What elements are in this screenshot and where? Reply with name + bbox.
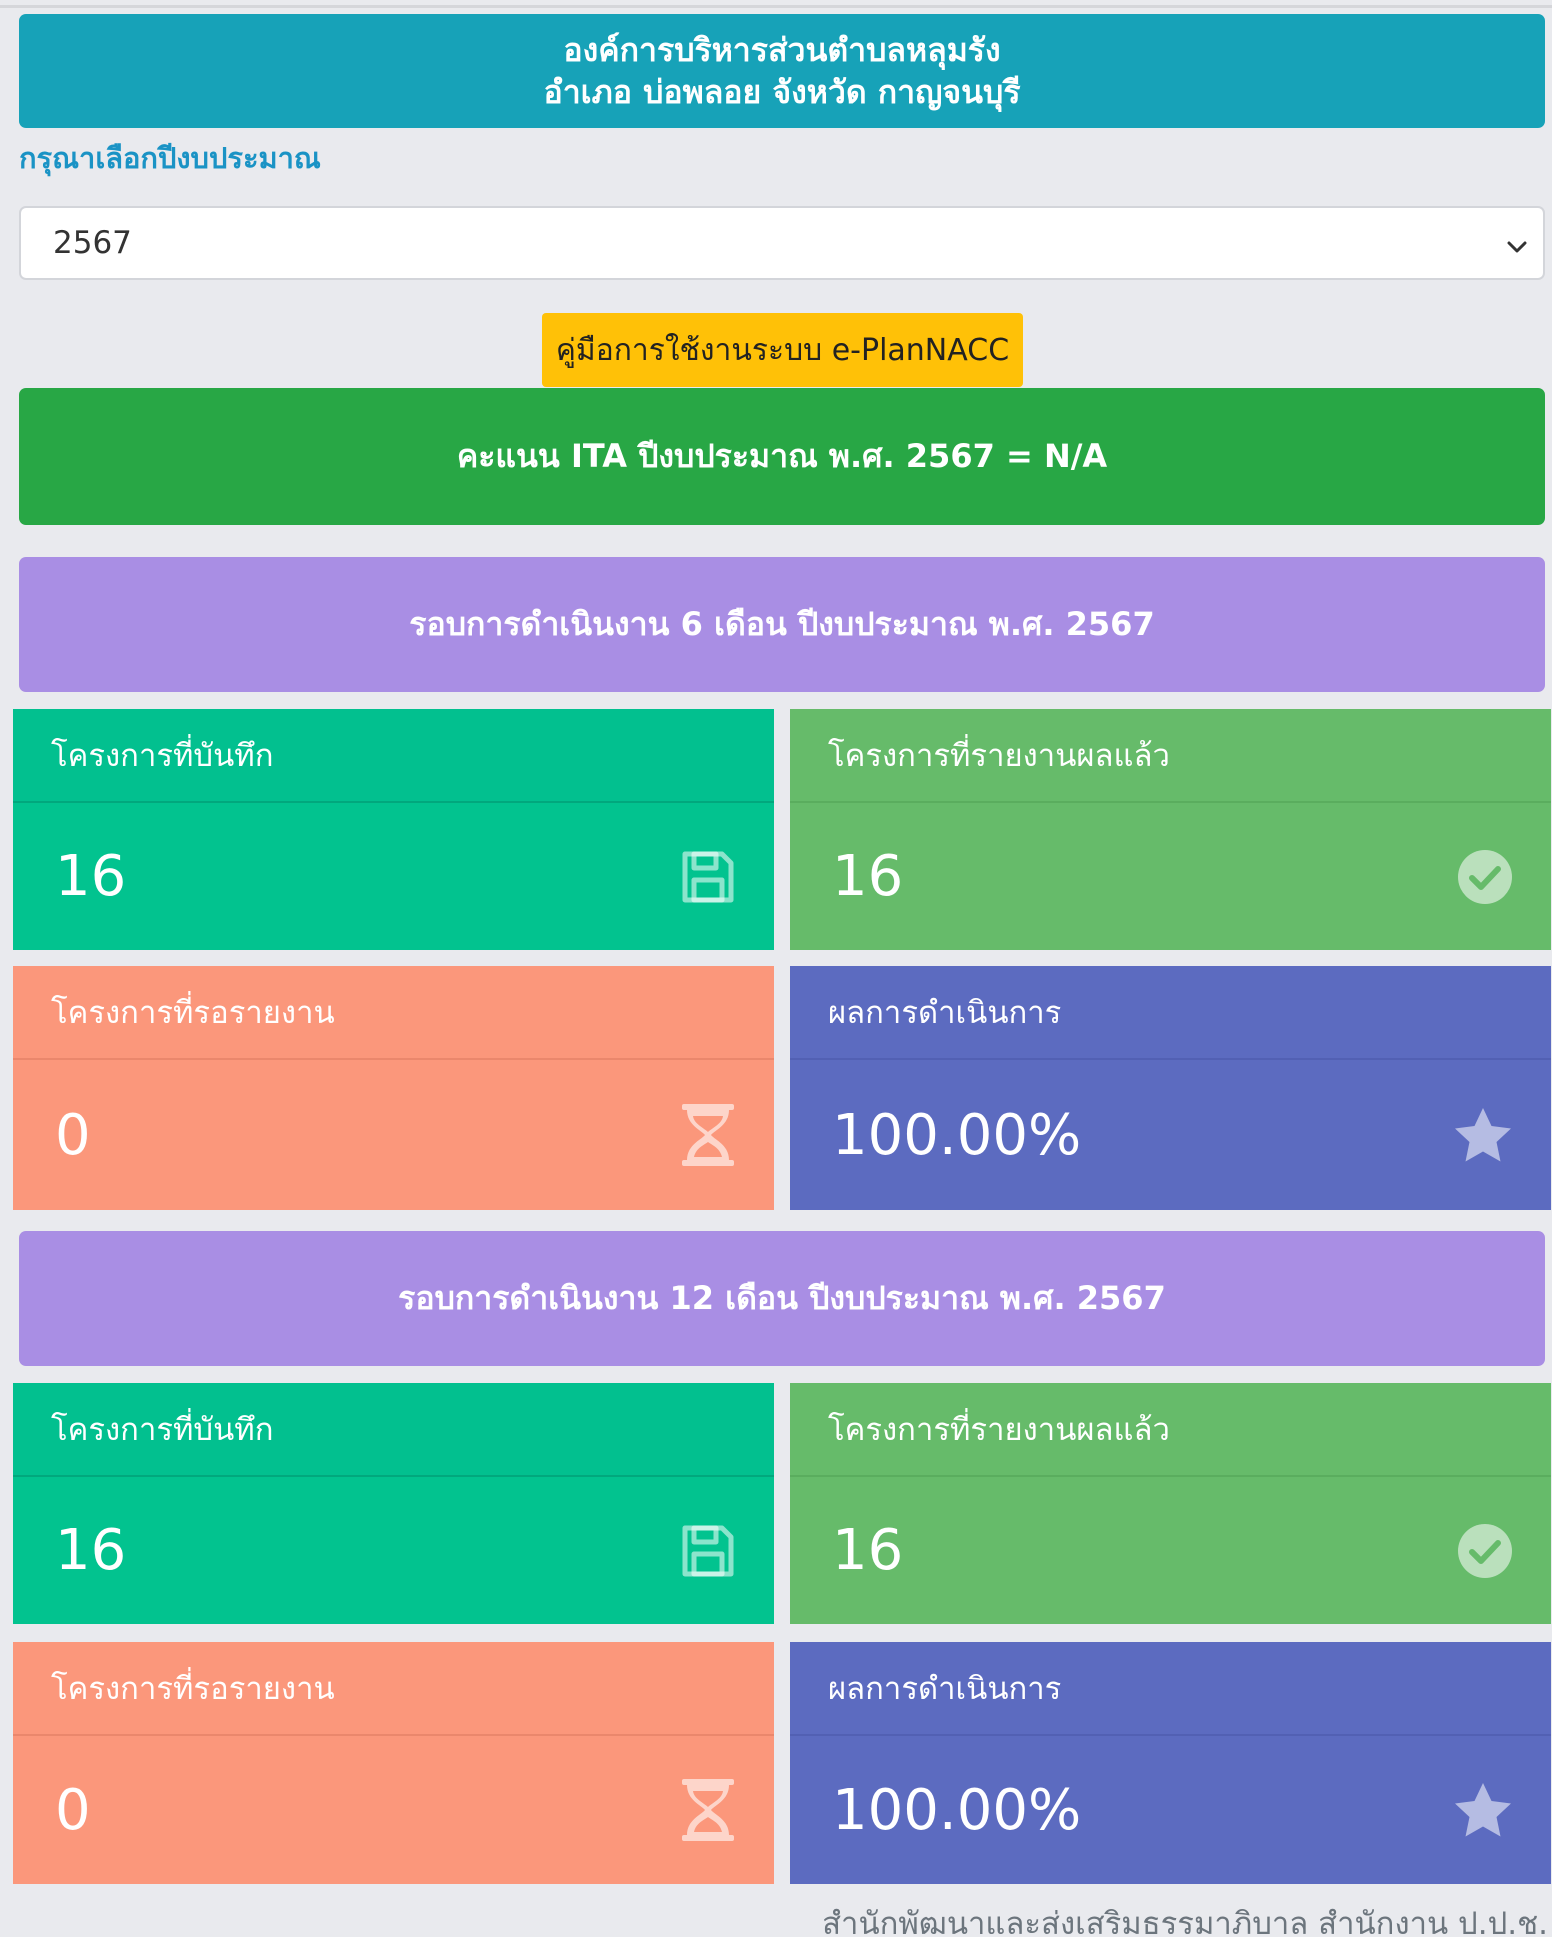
card-label: โครงการที่รอรายงาน (13, 1642, 774, 1736)
footer-credit: สำนักพัฒนาและส่งเสริมธรรมาภิบาล สำนักงาน… (822, 1906, 1548, 1937)
check-circle-icon (1457, 849, 1513, 905)
chevron-down-icon (1505, 231, 1529, 255)
card-value: 16 (55, 844, 127, 909)
card-value: 100.00% (832, 1102, 1082, 1168)
org-header: องค์การบริหารส่วนตำบลหลุมรัง อำเภอ บ่อพล… (19, 14, 1545, 128)
card-recorded-12m[interactable]: โครงการที่บันทึก 16 (13, 1383, 774, 1624)
card-value: 0 (55, 1102, 91, 1168)
card-value: 16 (55, 1518, 127, 1583)
card-value: 16 (832, 1518, 904, 1583)
card-reported-6m[interactable]: โครงการที่รายงานผลแล้ว 16 (790, 709, 1551, 950)
card-value: 100.00% (832, 1777, 1082, 1843)
save-icon (680, 849, 736, 905)
card-label: โครงการที่บันทึก (13, 709, 774, 803)
round-6-months-title: รอบการดำเนินงาน 6 เดือน ปีงบประมาณ พ.ศ. … (19, 557, 1545, 692)
card-label: โครงการที่บันทึก (13, 1383, 774, 1477)
card-value: 0 (55, 1777, 91, 1843)
page: องค์การบริหารส่วนตำบลหลุมรัง อำเภอ บ่อพล… (0, 0, 1552, 1937)
save-icon (680, 1523, 736, 1579)
hourglass-icon (680, 1103, 736, 1167)
card-result-6m[interactable]: ผลการดำเนินการ 100.00% (790, 966, 1551, 1210)
star-icon (1453, 1781, 1513, 1839)
manual-button[interactable]: คู่มือการใช้งานระบบ e-PlanNACC (542, 313, 1023, 387)
org-name: องค์การบริหารส่วนตำบลหลุมรัง (563, 31, 1001, 69)
round-12-months-title: รอบการดำเนินงาน 12 เดือน ปีงบประมาณ พ.ศ.… (19, 1231, 1545, 1366)
card-label: โครงการที่รอรายงาน (13, 966, 774, 1060)
card-result-12m[interactable]: ผลการดำเนินการ 100.00% (790, 1642, 1551, 1884)
year-select-label: กรุณาเลือกปีงบประมาณ (19, 141, 321, 175)
org-location: อำเภอ บ่อพลอย จังหวัด กาญจนบุรี (543, 73, 1021, 111)
check-circle-icon (1457, 1523, 1513, 1579)
card-label: ผลการดำเนินการ (790, 1642, 1551, 1736)
card-pending-6m[interactable]: โครงการที่รอรายงาน 0 (13, 966, 774, 1210)
card-label: โครงการที่รายงานผลแล้ว (790, 1383, 1551, 1477)
card-recorded-6m[interactable]: โครงการที่บันทึก 16 (13, 709, 774, 950)
top-divider (0, 5, 1552, 8)
card-value: 16 (832, 844, 904, 909)
year-select-value: 2567 (53, 225, 132, 261)
card-reported-12m[interactable]: โครงการที่รายงานผลแล้ว 16 (790, 1383, 1551, 1624)
ita-score-banner: คะแนน ITA ปีงบประมาณ พ.ศ. 2567 = N/A (19, 388, 1545, 525)
card-pending-12m[interactable]: โครงการที่รอรายงาน 0 (13, 1642, 774, 1884)
card-label: ผลการดำเนินการ (790, 966, 1551, 1060)
star-icon (1453, 1106, 1513, 1164)
year-select[interactable]: 2567 (19, 206, 1545, 280)
hourglass-icon (680, 1778, 736, 1842)
card-label: โครงการที่รายงานผลแล้ว (790, 709, 1551, 803)
